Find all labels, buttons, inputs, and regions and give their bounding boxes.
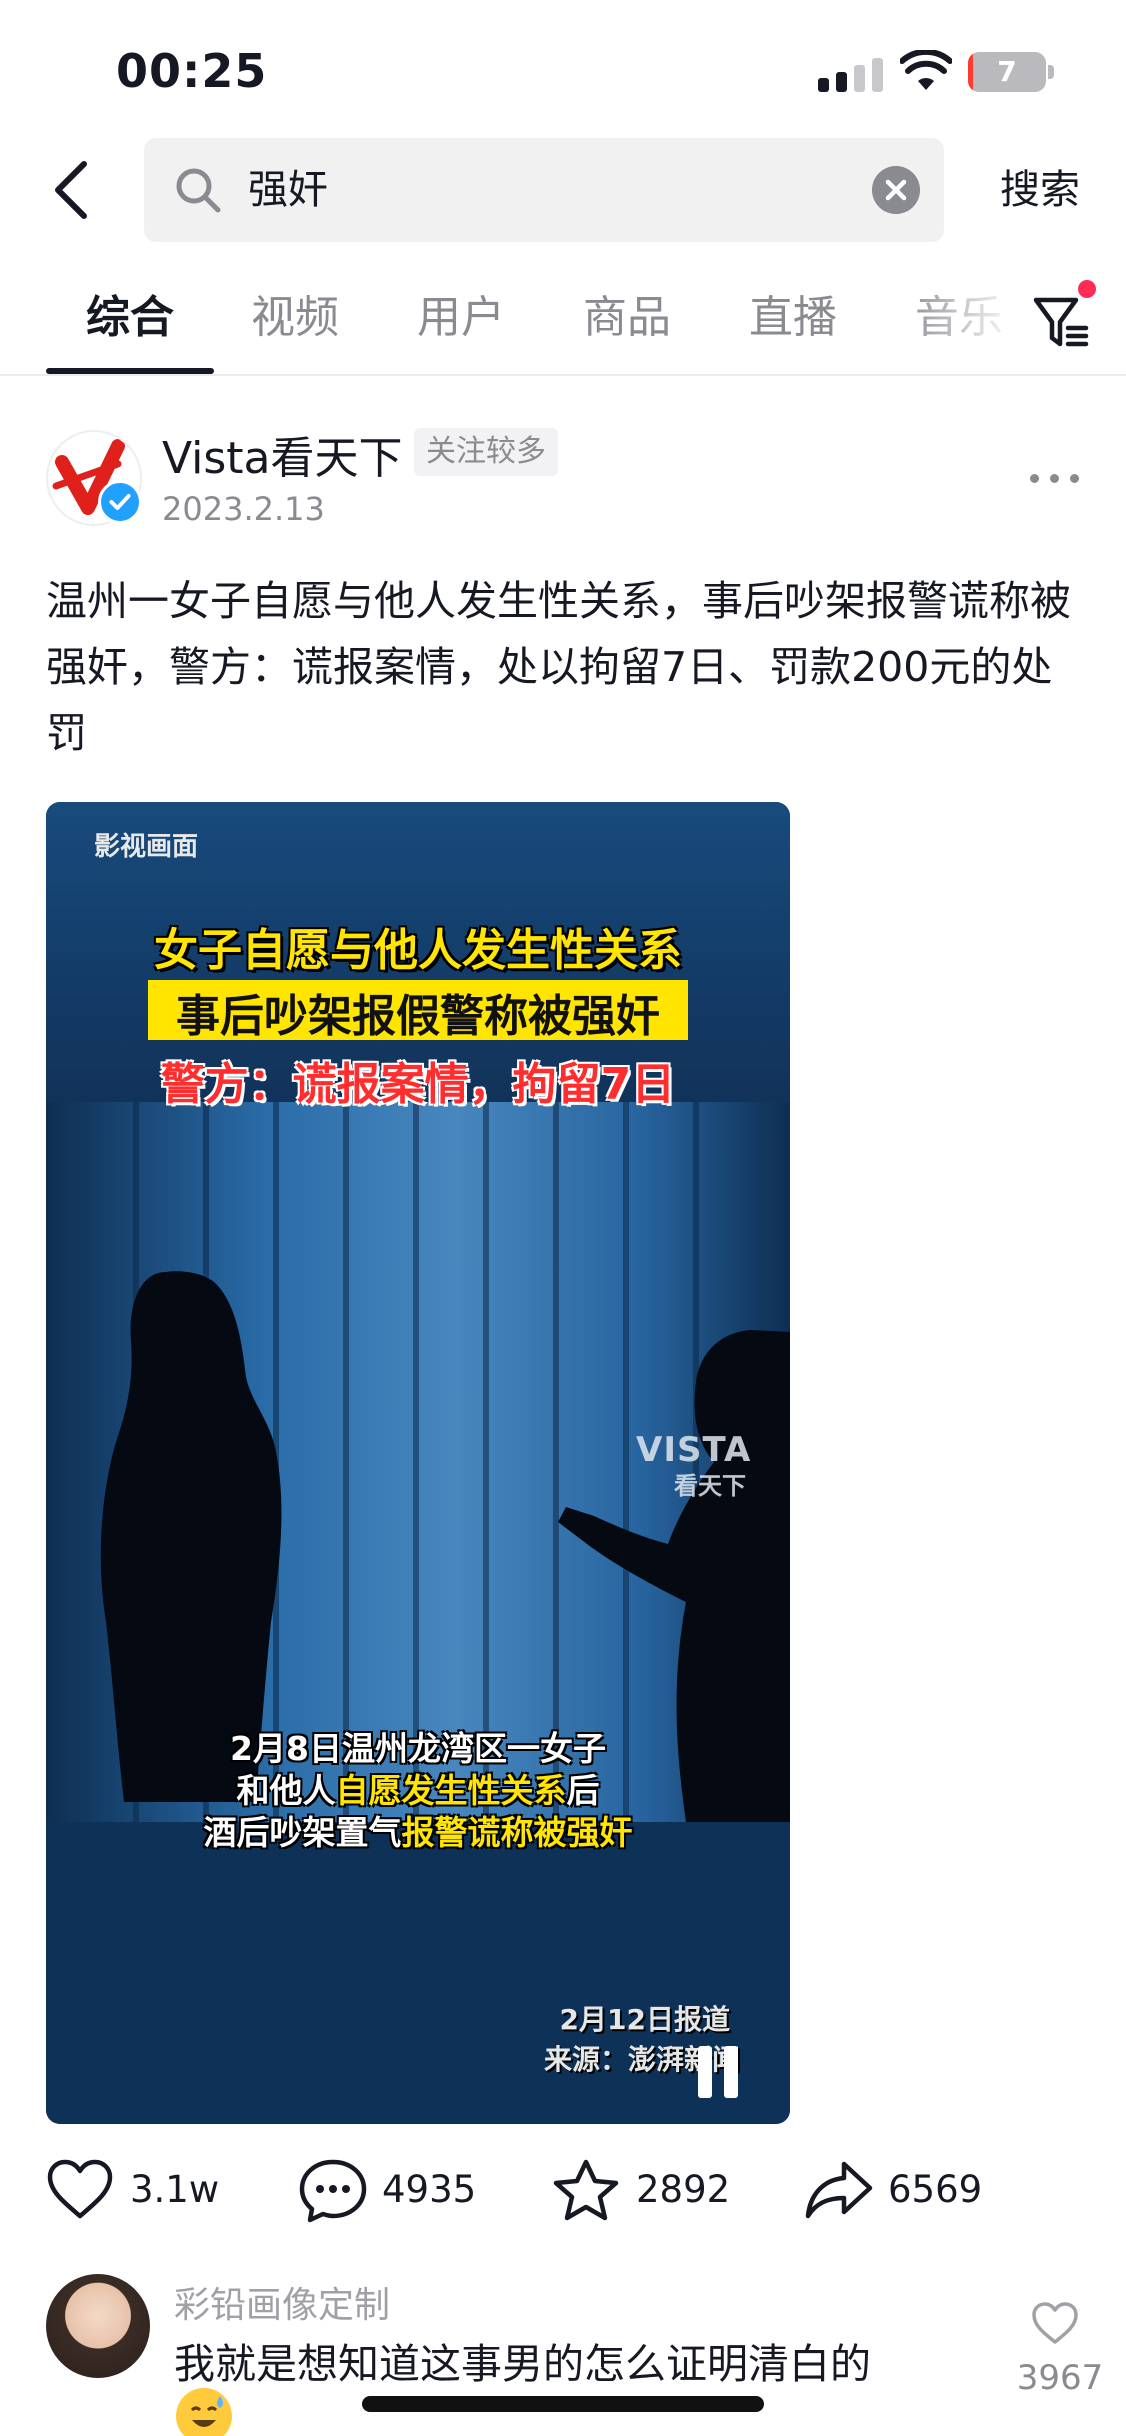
share-button[interactable]: 6569 <box>804 2152 1004 2232</box>
clear-icon[interactable] <box>872 166 920 214</box>
video-player[interactable]: 影视画面 女子自愿与他人发生性关系 事后吵架报假警称被强奸 警方：谎报案情，拘留… <box>46 802 790 2124</box>
result-tabs: 综合 视频 用户 商品 直播 音乐 <box>0 270 1126 376</box>
share-icon <box>805 2161 873 2219</box>
search-button[interactable]: 搜索 <box>980 138 1100 242</box>
star-icon <box>553 2159 619 2221</box>
comment-like-count: 3967 <box>1016 2358 1104 2398</box>
video-subtitle-2: 和他人自愿发生性关系后 <box>46 1764 790 1812</box>
video-headline-2: 事后吵架报假警称被强奸 <box>176 991 660 1042</box>
tab-live[interactable]: 直播 <box>720 270 866 374</box>
tab-fade <box>900 270 1040 374</box>
comment-text[interactable]: 我就是想知道这事男的怎么证明清白的 <box>174 2330 871 2390</box>
tab-all[interactable]: 综合 <box>46 270 214 374</box>
comment-count: 4935 <box>382 2168 477 2211</box>
author-badge: 关注较多 <box>414 428 558 476</box>
subtitle-3-b: 报警谎称被强奸 <box>401 1813 633 1852</box>
tab-products[interactable]: 商品 <box>554 270 700 374</box>
pause-icon[interactable] <box>698 2046 742 2098</box>
cellular-signal-icon <box>818 56 884 92</box>
video-tag: 影视画面 <box>94 832 199 862</box>
subtitle-2-c: 后 <box>566 1771 600 1810</box>
filter-icon[interactable] <box>1030 290 1090 354</box>
battery-level: 7 <box>997 55 1017 88</box>
author-name[interactable]: Vista看天下 <box>162 422 403 486</box>
favorite-count: 2892 <box>636 2168 731 2211</box>
comment-like-icon[interactable] <box>1030 2300 1080 2346</box>
report-date: 2月12日报道 <box>559 2003 730 2036</box>
comment-icon <box>299 2159 367 2223</box>
post-date: 2023.2.13 <box>162 490 325 528</box>
search-icon <box>176 168 221 213</box>
status-bar: 00:25 7 <box>0 0 1126 140</box>
more-options-icon[interactable] <box>1030 462 1080 492</box>
commenter-avatar[interactable] <box>46 2274 150 2378</box>
commenter-name[interactable]: 彩铅画像定制 <box>174 2276 390 2328</box>
like-button[interactable]: 3.1w <box>46 2152 246 2232</box>
like-count: 3.1w <box>130 2168 220 2211</box>
status-time: 00:25 <box>116 44 268 98</box>
home-indicator[interactable] <box>362 2396 764 2412</box>
post-caption[interactable]: 温州一女子自愿与他人发生性关系，事后吵架报警谎称被强奸，警方：谎报案情，处以拘留… <box>46 568 1086 766</box>
vista-watermark: VISTA 看天下 <box>636 1430 776 1500</box>
comment-button[interactable]: 4935 <box>298 2152 498 2232</box>
subtitle-2-a: 和他人 <box>236 1771 336 1810</box>
tab-users[interactable]: 用户 <box>388 270 534 374</box>
watermark-top: VISTA <box>636 1430 752 1470</box>
subtitle-2-b: 自愿发生性关系 <box>335 1771 567 1810</box>
video-subtitle-1: 2月8日温州龙湾区一女子 <box>230 1729 606 1768</box>
verified-badge-icon <box>98 480 142 524</box>
back-icon[interactable] <box>44 158 100 222</box>
video-subtitle-3: 酒后吵架置气报警谎称被强奸 <box>46 1806 790 1854</box>
tab-videos[interactable]: 视频 <box>222 270 368 374</box>
video-headline-3: 警方：谎报案情，拘留7日 <box>160 1059 676 1110</box>
heart-icon <box>47 2159 113 2219</box>
notification-dot <box>1078 280 1096 298</box>
search-input[interactable]: 强奸 <box>144 138 944 242</box>
video-headline-1: 女子自愿与他人发生性关系 <box>154 925 682 976</box>
share-count: 6569 <box>888 2168 983 2211</box>
favorite-button[interactable]: 2892 <box>552 2152 752 2232</box>
battery-icon: 7 <box>968 52 1054 92</box>
active-tab-indicator <box>46 368 214 374</box>
sweat-smile-emoji-icon <box>176 2388 232 2436</box>
subtitle-3-a: 酒后吵架置气 <box>203 1813 402 1852</box>
wifi-icon <box>900 50 952 90</box>
watermark-bottom: 看天下 <box>674 1472 746 1500</box>
search-query: 强奸 <box>248 167 328 213</box>
